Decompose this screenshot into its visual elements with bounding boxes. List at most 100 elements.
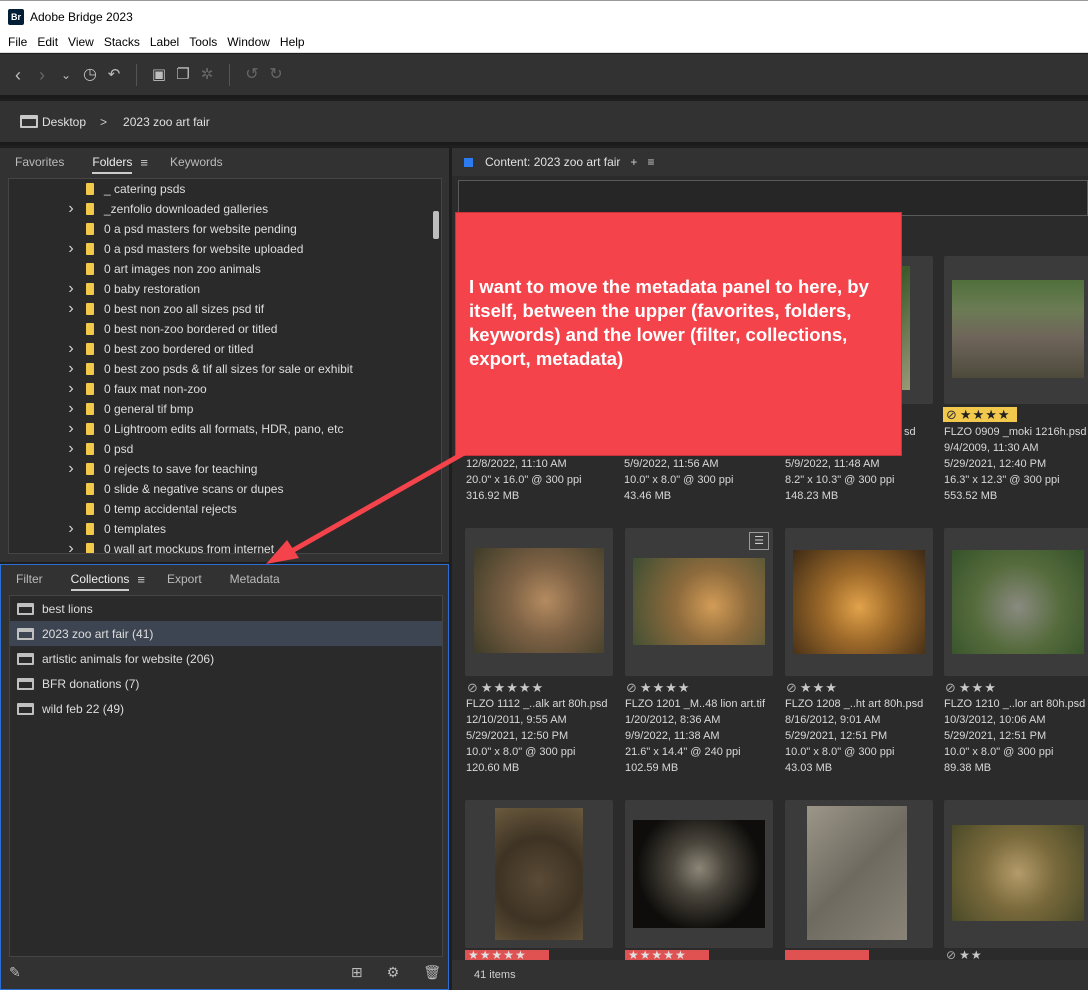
rotate-left-icon[interactable]: ↺ bbox=[240, 63, 264, 87]
item-filesize: 553.52 MB bbox=[944, 490, 998, 502]
folder-item[interactable]: › 0 best non zoo all sizes psd tif bbox=[9, 299, 441, 319]
path-current[interactable]: 2023 zoo art fair bbox=[123, 115, 210, 129]
hamburger-menu-icon[interactable]: ≡ bbox=[140, 155, 148, 170]
star-rating[interactable]: ⊘ ★★★★ bbox=[626, 680, 691, 696]
pencil-icon[interactable]: ✎ bbox=[9, 964, 21, 981]
menu-file[interactable]: File bbox=[3, 35, 32, 49]
new-smart-collection-icon[interactable]: ⚙ bbox=[387, 964, 400, 981]
tab-folders[interactable]: Folders bbox=[92, 150, 133, 174]
tab-keywords[interactable]: Keywords bbox=[170, 155, 223, 169]
menu-help[interactable]: Help bbox=[275, 35, 310, 49]
tab-filter[interactable]: Filter bbox=[16, 572, 43, 586]
collection-item[interactable]: 2023 zoo art fair (41) bbox=[10, 621, 442, 646]
folder-item[interactable]: › 0 a psd masters for website uploaded bbox=[9, 239, 441, 259]
thumbnail-card[interactable] bbox=[944, 528, 1088, 676]
trash-icon[interactable]: 🗑 bbox=[423, 964, 441, 981]
open-recent-icon[interactable]: ✲ bbox=[195, 63, 219, 87]
folder-item[interactable]: 0 temp accidental rejects bbox=[9, 499, 441, 519]
menu-window[interactable]: Window bbox=[222, 35, 275, 49]
folder-item[interactable]: › 0 best zoo bordered or titled bbox=[9, 339, 441, 359]
folder-item[interactable]: › 0 baby restoration bbox=[9, 279, 441, 299]
chevron-right-icon[interactable]: › bbox=[64, 300, 78, 318]
collection-item[interactable]: wild feb 22 (49) bbox=[10, 696, 442, 721]
back-icon[interactable]: ‹ bbox=[6, 63, 30, 87]
thumbnail-card[interactable]: ☰ bbox=[625, 528, 773, 676]
folder-item[interactable]: 0 art images non zoo animals bbox=[9, 259, 441, 279]
menu-view[interactable]: View bbox=[63, 35, 99, 49]
cougar-photo bbox=[952, 825, 1084, 921]
new-collection-icon[interactable]: ⊞ bbox=[351, 964, 363, 981]
add-tab-icon[interactable]: + bbox=[630, 155, 637, 169]
chevron-right-icon[interactable]: › bbox=[64, 520, 78, 538]
path-desktop[interactable]: Desktop bbox=[42, 115, 86, 129]
chevron-right-icon[interactable]: › bbox=[64, 460, 78, 478]
chevron-right-icon[interactable]: › bbox=[64, 400, 78, 418]
thumbnail-card[interactable] bbox=[944, 800, 1088, 948]
folder-item[interactable]: › 0 templates bbox=[9, 519, 441, 539]
thumbnail-card[interactable] bbox=[625, 800, 773, 948]
menu-edit[interactable]: Edit bbox=[32, 35, 63, 49]
folder-item[interactable]: › 0 Lightroom edits all formats, HDR, pan… bbox=[9, 419, 441, 439]
folder-item[interactable]: › 0 psd bbox=[9, 439, 441, 459]
star-rating[interactable]: ⊘ ★★★ bbox=[945, 680, 997, 696]
tab-export[interactable]: Export bbox=[167, 572, 202, 586]
folder-item[interactable]: › 0 general tif bmp bbox=[9, 399, 441, 419]
folder-item[interactable]: › 0 best zoo psds & tif all sizes for sal… bbox=[9, 359, 441, 379]
chevron-right-icon[interactable]: › bbox=[64, 360, 78, 378]
chevron-right-icon[interactable]: › bbox=[64, 440, 78, 458]
tree-scrollbar[interactable] bbox=[433, 211, 439, 239]
tab-collections[interactable]: Collections bbox=[70, 567, 130, 591]
desktop-folder-icon bbox=[20, 115, 38, 128]
folder-label: 0 slide & negative scans or dupes bbox=[104, 482, 284, 496]
folder-item[interactable]: 0 a psd masters for website pending bbox=[9, 219, 441, 239]
star-rating[interactable]: ⊘ ★★★ bbox=[786, 680, 838, 696]
hamburger-menu-icon[interactable]: ≡ bbox=[137, 572, 145, 587]
thumbnail-card[interactable] bbox=[465, 800, 613, 948]
folder-item[interactable]: › 0 faux mat non-zoo bbox=[9, 379, 441, 399]
folder-icon bbox=[86, 403, 94, 415]
item-size: 21.6" x 14.4" @ 240 ppi bbox=[625, 746, 741, 758]
refine-icon[interactable]: ❐ bbox=[171, 63, 195, 87]
menu-label[interactable]: Label bbox=[145, 35, 184, 49]
folder-item[interactable]: › 0 rejects to save for teaching bbox=[9, 459, 441, 479]
chevron-right-icon[interactable]: › bbox=[64, 540, 78, 553]
folder-item[interactable]: 0 best non-zoo bordered or titled bbox=[9, 319, 441, 339]
recent-history-icon[interactable]: ◷ bbox=[78, 63, 102, 87]
chevron-right-icon[interactable]: › bbox=[64, 380, 78, 398]
thumbnail-card[interactable] bbox=[944, 256, 1088, 404]
folder-icon bbox=[86, 303, 94, 315]
folder-item[interactable]: › _zenfolio downloaded galleries bbox=[9, 199, 441, 219]
menu-tools[interactable]: Tools bbox=[184, 35, 222, 49]
star-rating[interactable]: ⊘ ★★★★★ bbox=[467, 680, 544, 696]
collection-item[interactable]: best lions bbox=[10, 596, 442, 621]
thumbnail-card[interactable] bbox=[465, 528, 613, 676]
tab-metadata[interactable]: Metadata bbox=[230, 572, 280, 586]
folder-label: 0 best non-zoo bordered or titled bbox=[104, 322, 278, 336]
boomerang-icon[interactable]: ↶ bbox=[102, 63, 126, 87]
folder-icon bbox=[86, 463, 94, 475]
star-rating[interactable]: ⊘ ★★★★ bbox=[943, 407, 1017, 422]
hamburger-menu-icon[interactable]: ≡ bbox=[647, 155, 654, 169]
chevron-right-icon[interactable]: › bbox=[64, 280, 78, 298]
folder-item[interactable]: _ catering psds bbox=[9, 179, 441, 199]
chevron-right-icon[interactable]: › bbox=[64, 420, 78, 438]
collection-item[interactable]: artistic animals for website (206) bbox=[10, 646, 442, 671]
chevron-down-icon[interactable]: ⌄ bbox=[54, 63, 78, 87]
forward-icon[interactable]: › bbox=[30, 63, 54, 87]
camera-import-icon[interactable]: ▣ bbox=[147, 63, 171, 87]
thumbnail-card[interactable] bbox=[785, 528, 933, 676]
collection-item[interactable]: BFR donations (7) bbox=[10, 671, 442, 696]
item-size: 10.0" x 8.0" @ 300 ppi bbox=[624, 474, 734, 486]
folder-label: 0 templates bbox=[104, 522, 167, 536]
item-size: 10.0" x 8.0" @ 300 ppi bbox=[944, 746, 1054, 758]
chevron-right-icon[interactable]: › bbox=[64, 240, 78, 258]
folder-item[interactable]: 0 slide & negative scans or dupes bbox=[9, 479, 441, 499]
tab-favorites[interactable]: Favorites bbox=[15, 155, 64, 169]
folder-item[interactable]: › 0 wall art mockups from internet bbox=[9, 539, 441, 553]
rotate-right-icon[interactable]: ↻ bbox=[264, 63, 288, 87]
chevron-right-icon[interactable]: › bbox=[64, 340, 78, 358]
chevron-right-icon[interactable]: › bbox=[64, 200, 78, 218]
thumbnail-card[interactable] bbox=[785, 800, 933, 948]
menu-stacks[interactable]: Stacks bbox=[99, 35, 145, 49]
adjustments-icon[interactable]: ☰ bbox=[749, 532, 769, 550]
